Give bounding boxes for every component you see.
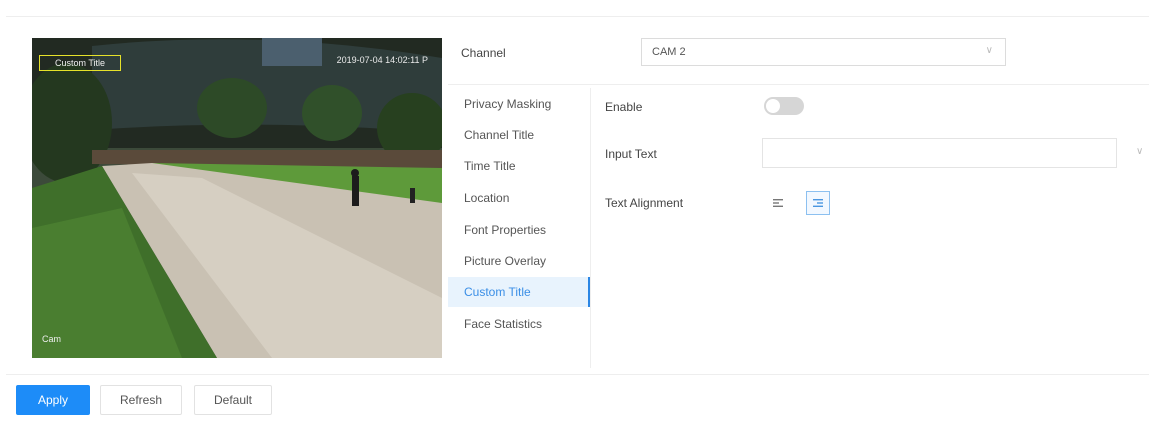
text-alignment-label: Text Alignment bbox=[605, 196, 684, 210]
osd-timestamp: 2019-07-04 14:02:11 P bbox=[336, 55, 428, 65]
align-right-icon bbox=[813, 199, 823, 207]
channel-select-value: CAM 2 bbox=[652, 46, 686, 58]
menu-item-location[interactable]: Location bbox=[448, 183, 589, 213]
align-left-button[interactable] bbox=[766, 191, 790, 215]
align-left-icon bbox=[773, 199, 783, 207]
menu-item-picture-overlay[interactable]: Picture Overlay bbox=[448, 246, 589, 276]
menu-item-channel-title[interactable]: Channel Title bbox=[448, 120, 589, 150]
menu-item-custom-title[interactable]: Custom Title bbox=[448, 277, 590, 307]
channel-label: Channel bbox=[461, 46, 506, 60]
input-text-field[interactable] bbox=[762, 138, 1117, 168]
chevron-down-icon: ∨ bbox=[985, 45, 993, 56]
divider bbox=[448, 84, 1149, 85]
enable-label: Enable bbox=[605, 100, 643, 114]
refresh-button[interactable]: Refresh bbox=[100, 385, 182, 415]
osd-custom-title: Custom Title bbox=[39, 55, 121, 71]
video-preview[interactable]: Custom Title 2019-07-04 14:02:11 P Cam bbox=[32, 38, 442, 358]
align-right-button[interactable] bbox=[806, 191, 830, 215]
menu-item-time-title[interactable]: Time Title bbox=[448, 151, 589, 181]
menu-item-privacy-masking[interactable]: Privacy Masking bbox=[448, 89, 589, 119]
chevron-down-icon: ∨ bbox=[1136, 146, 1144, 157]
input-text-label: Input Text bbox=[605, 147, 657, 161]
apply-button[interactable]: Apply bbox=[16, 385, 90, 415]
toggle-knob bbox=[766, 99, 780, 113]
overlay-menu: Privacy Masking Channel Title Time Title… bbox=[448, 88, 591, 368]
enable-toggle[interactable] bbox=[764, 97, 804, 115]
camera-scene bbox=[32, 38, 442, 358]
menu-item-font-properties[interactable]: Font Properties bbox=[448, 215, 589, 245]
channel-select[interactable]: CAM 2 ∨ bbox=[641, 38, 1006, 66]
osd-channel-name: Cam bbox=[42, 334, 62, 344]
menu-item-face-statistics[interactable]: Face Statistics bbox=[448, 309, 589, 339]
default-button[interactable]: Default bbox=[194, 385, 272, 415]
